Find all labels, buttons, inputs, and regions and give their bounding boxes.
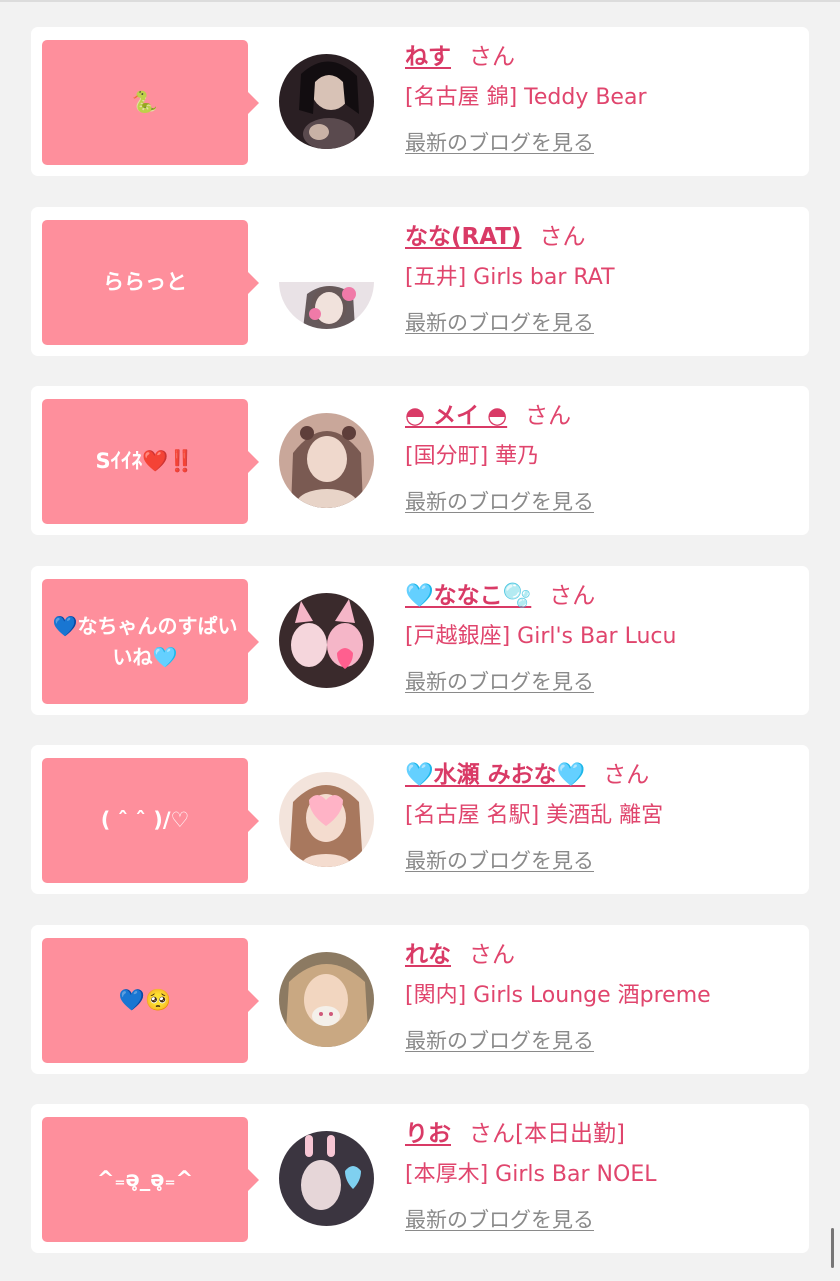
cast-name-link[interactable]: 🩵ななこ🫧 [405,583,531,609]
comment-bubble: ^₌ǝ̥_ǝ̥₌^ [42,1117,259,1242]
list-item: 💙🥺 れな さん [関内] Girls Lounge 酒preme 最新のブログを… [31,925,809,1074]
shop-info: [名古屋 錦] Teddy Bear [405,85,647,110]
list-item: ( ˆ ˆ )/♡ 🩵水瀬 みおな🩵 さん [名古屋 名駅] 美酒乱 離宮 最新の… [31,745,809,894]
latest-blog-link[interactable]: 最新のブログを見る [405,845,594,875]
cast-name-link[interactable]: なな(RAT) [405,224,521,250]
avatar[interactable] [279,952,374,1047]
latest-blog-link[interactable]: 最新のブログを見る [405,486,594,516]
scrollbar-thumb[interactable] [831,1228,834,1268]
avatar[interactable] [279,1131,374,1226]
comment-bubble: ( ˆ ˆ )/♡ [42,758,259,883]
shop-info: [名古屋 名駅] 美酒乱 離宮 [405,803,664,828]
honorific-label: さん [469,1121,515,1147]
cast-name-link[interactable]: れな [405,942,451,968]
cast-name-link[interactable]: りお [405,1121,451,1147]
comment-bubble: ららっと [42,220,259,345]
shop-info: [戸越銀座] Girl's Bar Lucu [405,624,677,649]
latest-blog-link[interactable]: 最新のブログを見る [405,1025,594,1055]
cast-name-link[interactable]: 🩵水瀬 みおな🩵 [405,762,585,788]
shop-info: [国分町] 華乃 [405,444,540,469]
honorific-label: さん [469,44,515,70]
honorific-label: さん [539,224,586,250]
top-divider [0,0,840,2]
comment-bubble: 💙🥺 [42,938,259,1063]
avatar[interactable] [279,413,374,508]
list-item: Sｲｲﾈ❤️‼️ ◓ メイ ◓ さん [国分町] 華乃 最新のブログを見る [31,386,809,535]
list-item: 🐍 ねす さん [名古屋 錦] Teddy Bear 最新のブログを見る [31,27,809,176]
cast-name-link[interactable]: ◓ メイ ◓ [405,403,507,429]
honorific-label: さん [525,403,572,429]
list-item: ららっと なな(RAT) さん [五井] Girls bar RAT 最新のブログ… [31,207,809,356]
avatar[interactable] [279,772,374,867]
honorific-label: さん [469,942,515,968]
honorific-label: さん [603,762,650,788]
latest-blog-link[interactable]: 最新のブログを見る [405,666,594,696]
shop-info: [五井] Girls bar RAT [405,265,615,290]
avatar[interactable] [279,593,374,688]
avatar[interactable] [279,234,374,329]
avatar[interactable] [279,54,374,149]
latest-blog-link[interactable]: 最新のブログを見る [405,127,594,157]
comment-bubble: 🐍 [42,40,259,165]
cast-name-link[interactable]: ねす [405,44,451,70]
comment-bubble: 💙なちゃんのすぱいいね🩵 [42,579,259,704]
list-item: ^₌ǝ̥_ǝ̥₌^ りお さん[本日出勤] [本厚木] Girls Bar NOE… [31,1104,809,1253]
honorific-label: さん [549,583,596,609]
list-item: 💙なちゃんのすぱいいね🩵 🩵ななこ🫧 さん [戸越銀座] Girl's Bar L… [31,566,809,715]
latest-blog-link[interactable]: 最新のブログを見る [405,307,594,337]
shop-info: [関内] Girls Lounge 酒preme [405,983,711,1008]
status-note: [本日出勤] [515,1121,625,1147]
comment-bubble: Sｲｲﾈ❤️‼️ [42,399,259,524]
latest-blog-link[interactable]: 最新のブログを見る [405,1204,594,1234]
shop-info: [本厚木] Girls Bar NOEL [405,1162,657,1187]
